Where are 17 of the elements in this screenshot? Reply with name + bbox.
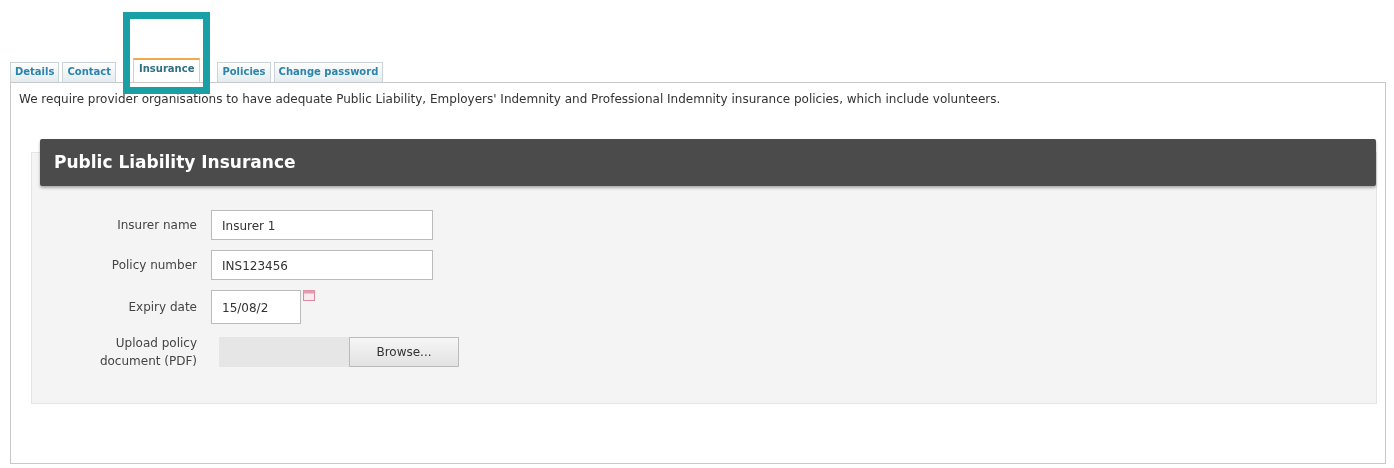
intro-text: We require provider organisations to have adequate Public Liability, Employers' Indemnity and Professional Indemnity insurance policies, which include volunteers. [18, 91, 1002, 106]
text-field[interactable]: Insurer 1 [211, 210, 433, 240]
tab[interactable]: Policies [217, 62, 271, 82]
calendar-icon[interactable] [303, 290, 315, 301]
field-label: Insurer name [117, 217, 197, 234]
text-field[interactable]: INS123456 [211, 250, 433, 280]
tab[interactable]: Contact [62, 62, 116, 82]
file-upload-field[interactable]: Browse... [219, 337, 459, 367]
date-field[interactable]: 15/08/2 [211, 290, 301, 324]
section-title: Public Liability Insurance [40, 139, 1376, 186]
tab[interactable]: Insurance [133, 58, 201, 82]
browse-button[interactable]: Browse... [349, 337, 459, 367]
tab[interactable]: Change password [273, 62, 384, 82]
field-label: Policy number [111, 257, 197, 274]
field-label: Expiry date [128, 299, 197, 316]
field-label: Upload policy document (PDF) [98, 335, 197, 370]
tab[interactable]: Details [10, 62, 60, 82]
